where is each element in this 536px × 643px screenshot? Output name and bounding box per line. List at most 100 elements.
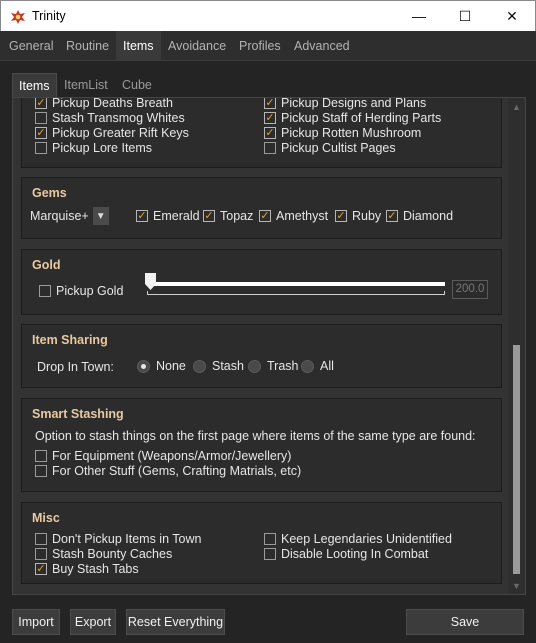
gold-group: Gold Pickup Gold 200.0 — [21, 249, 502, 315]
gems-title: Gems — [32, 186, 67, 200]
vertical-scrollbar[interactable]: ▲ ▼ — [508, 98, 525, 594]
checkbox-label: Disable Looting In Combat — [281, 547, 429, 561]
checkbox-label: Buy Stash Tabs — [52, 562, 139, 576]
checkbox-label: Pickup Greater Rift Keys — [52, 126, 189, 140]
scroll-up-icon[interactable]: ▲ — [508, 98, 525, 115]
checkbox-box: ✓ — [35, 97, 47, 109]
checkbox-label: Keep Legendaries Unidentified — [281, 532, 452, 546]
keep-legendaries-unidentified-checkbox[interactable]: Keep Legendaries Unidentified — [264, 532, 452, 546]
radio-label: Trash — [267, 359, 299, 373]
scroll-down-icon[interactable]: ▼ — [508, 577, 525, 594]
pickup-cultist-pages-checkbox[interactable]: Pickup Cultist Pages — [264, 141, 396, 155]
scrollbar-thumb[interactable] — [513, 345, 520, 574]
save-button[interactable]: Save — [406, 609, 524, 635]
gem-ruby-checkbox[interactable]: ✓ Ruby — [335, 209, 381, 223]
slider-track — [147, 282, 445, 286]
checkbox-box: ✓ — [386, 209, 398, 222]
tab-items[interactable]: Items — [116, 31, 161, 61]
stash-bounty-caches-checkbox[interactable]: Stash Bounty Caches — [35, 547, 172, 561]
checkbox-box — [35, 533, 47, 545]
radio-dot — [248, 359, 261, 373]
close-button[interactable]: ✕ — [489, 1, 535, 31]
item-sharing-group: Item Sharing Drop In Town: None Stash Tr… — [21, 324, 502, 388]
pickup-designs-and-plans-checkbox[interactable]: ✓ Pickup Designs and Plans — [264, 97, 426, 110]
subtab-cube[interactable]: Cube — [116, 73, 158, 97]
minimize-icon: — — [412, 8, 426, 24]
checkbox-box — [35, 112, 47, 124]
checkbox-label: Stash Bounty Caches — [52, 547, 173, 561]
checkbox-box: ✓ — [259, 209, 271, 222]
radio-dot — [193, 359, 206, 373]
subtab-items[interactable]: Items — [12, 73, 57, 97]
trinity-logo-icon — [11, 10, 25, 24]
checkbox-label: Pickup Deaths Breath — [52, 97, 173, 110]
checkbox-label: For Equipment (Weapons/Armor/Jewellery) — [52, 449, 292, 463]
checkbox-label: Emerald — [153, 209, 200, 223]
gem-diamond-checkbox[interactable]: ✓ Diamond — [386, 209, 453, 223]
checkbox-box: ✓ — [203, 209, 215, 222]
gem-amethyst-checkbox[interactable]: ✓ Amethyst — [259, 209, 328, 223]
settings-scroll-area[interactable]: ✓ Pickup Deaths Breath Stash Transmog Wh… — [12, 97, 526, 595]
disable-looting-in-combat-checkbox[interactable]: Disable Looting In Combat — [264, 547, 428, 561]
radio-dot — [137, 359, 150, 373]
export-button[interactable]: Export — [70, 609, 116, 635]
stash-other-stuff-checkbox[interactable]: For Other Stuff (Gems, Crafting Matrials… — [35, 464, 301, 478]
buy-stash-tabs-checkbox[interactable]: ✓ Buy Stash Tabs — [35, 562, 139, 576]
checkbox-box — [35, 450, 47, 462]
minimize-button[interactable]: — — [396, 1, 442, 31]
gems-group: Gems Marquise+ ▼ ✓ Emerald ✓ Topaz ✓ Ame… — [21, 177, 502, 239]
checkbox-box: ✓ — [335, 209, 347, 222]
pickup-lore-items-checkbox[interactable]: Pickup Lore Items — [35, 141, 152, 155]
close-icon: ✕ — [506, 7, 518, 24]
drop-stash-radio[interactable]: Stash — [193, 359, 244, 373]
window-title: Trinity — [32, 9, 66, 23]
subtab-itemlist[interactable]: ItemList — [58, 73, 114, 97]
checkbox-box — [35, 548, 47, 560]
drop-none-radio[interactable]: None — [137, 359, 186, 373]
tab-routine[interactable]: Routine — [59, 31, 116, 61]
checkbox-label: Diamond — [403, 209, 454, 223]
gem-quality-dropdown[interactable]: Marquise+ ▼ — [30, 206, 109, 226]
pickup-greater-rift-keys-checkbox[interactable]: ✓ Pickup Greater Rift Keys — [35, 126, 189, 140]
misc-title: Misc — [32, 511, 60, 525]
drop-trash-radio[interactable]: Trash — [248, 359, 299, 373]
main-tab-bar: General Routine Items Avoidance Profiles… — [0, 31, 536, 61]
stash-transmog-whites-checkbox[interactable]: Stash Transmog Whites — [35, 111, 185, 125]
stash-equipment-checkbox[interactable]: For Equipment (Weapons/Armor/Jewellery) — [35, 449, 291, 463]
checkbox-box: ✓ — [264, 126, 276, 139]
gem-emerald-checkbox[interactable]: ✓ Emerald — [136, 209, 200, 223]
pickup-rotten-mushroom-checkbox[interactable]: ✓ Pickup Rotten Mushroom — [264, 126, 421, 140]
dont-pickup-in-town-checkbox[interactable]: Don't Pickup Items in Town — [35, 532, 201, 546]
checkbox-label: For Other Stuff (Gems, Crafting Matrials… — [52, 464, 302, 478]
maximize-button[interactable]: ☐ — [442, 1, 488, 31]
slider-thumb[interactable] — [145, 273, 156, 290]
tab-general[interactable]: General — [2, 31, 60, 61]
checkbox-box — [264, 548, 276, 560]
slider-ticks — [147, 291, 445, 295]
radio-label: None — [156, 359, 186, 373]
pickup-gold-checkbox[interactable]: Pickup Gold — [39, 284, 123, 298]
pickup-staff-of-herding-parts-checkbox[interactable]: ✓ Pickup Staff of Herding Parts — [264, 111, 441, 125]
gold-amount-slider[interactable] — [145, 273, 445, 297]
gold-amount-input[interactable]: 200.0 — [452, 280, 488, 299]
checkbox-box: ✓ — [264, 97, 276, 109]
checkbox-label: Pickup Staff of Herding Parts — [281, 111, 442, 125]
tab-advanced[interactable]: Advanced — [287, 31, 357, 61]
checkbox-box: ✓ — [35, 562, 47, 575]
radio-label: Stash — [212, 359, 244, 373]
drop-all-radio[interactable]: All — [301, 359, 334, 373]
pickup-deaths-breath-checkbox[interactable]: ✓ Pickup Deaths Breath — [35, 97, 173, 110]
checkbox-box — [264, 533, 276, 545]
import-button[interactable]: Import — [12, 609, 60, 635]
gem-topaz-checkbox[interactable]: ✓ Topaz — [203, 209, 253, 223]
tab-profiles[interactable]: Profiles — [232, 31, 288, 61]
radio-label: All — [320, 359, 334, 373]
chevron-down-icon: ▼ — [92, 207, 109, 225]
smart-stashing-group: Smart Stashing Option to stash things on… — [21, 398, 502, 492]
item-sharing-title: Item Sharing — [32, 333, 108, 347]
pickup-group: ✓ Pickup Deaths Breath Stash Transmog Wh… — [21, 97, 502, 168]
smart-stashing-title: Smart Stashing — [32, 407, 124, 421]
checkbox-box: ✓ — [136, 209, 148, 222]
tab-avoidance[interactable]: Avoidance — [161, 31, 233, 61]
reset-everything-button[interactable]: Reset Everything — [126, 609, 225, 635]
